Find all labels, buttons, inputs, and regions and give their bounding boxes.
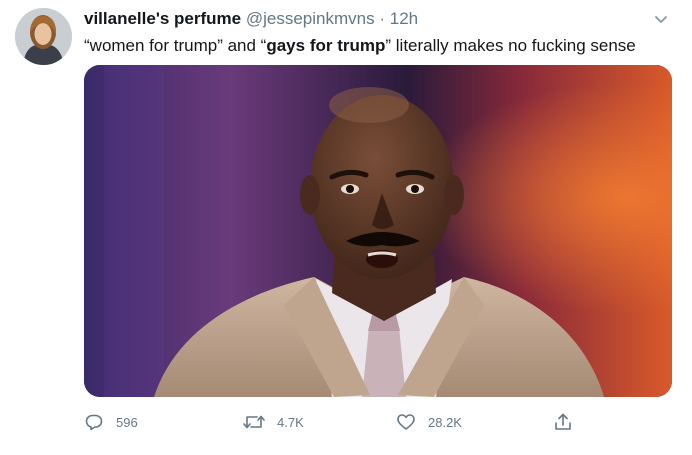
chevron-down-icon <box>655 16 667 23</box>
like-count: 28.2K <box>428 414 462 430</box>
tweet-text-part1: “women for trump” and “ <box>84 36 267 55</box>
avatar-image <box>15 8 72 65</box>
timestamp[interactable]: 12h <box>390 9 418 28</box>
reply-count: 596 <box>116 414 138 430</box>
reply-icon <box>85 414 103 431</box>
like-button[interactable]: 28.2K <box>396 409 462 435</box>
tweet[interactable]: villanelle's perfume @jessepinkmvns · 12… <box>0 0 692 455</box>
tweet-actions: 596 4.7K 28.2K <box>84 409 584 435</box>
tweet-header: villanelle's perfume @jessepinkmvns · 12… <box>84 9 418 29</box>
tweet-text-bold: gays for trump <box>266 36 386 55</box>
more-options-button[interactable] <box>652 10 670 28</box>
retweet-button[interactable]: 4.7K <box>243 409 304 435</box>
share-button[interactable] <box>553 409 573 435</box>
like-icon <box>397 414 415 430</box>
tweet-media-image[interactable] <box>84 65 672 397</box>
retweet-icon <box>243 415 265 429</box>
separator-dot: · <box>379 9 385 28</box>
tweet-text: “women for trump” and “gays for trump” l… <box>84 35 636 57</box>
reply-button[interactable]: 596 <box>84 409 138 435</box>
share-icon <box>555 413 571 430</box>
author-handle[interactable]: @jessepinkmvns <box>246 9 375 28</box>
avatar[interactable] <box>15 8 72 65</box>
meme-photo <box>84 65 672 397</box>
tweet-text-part2: ” literally makes no fucking sense <box>385 36 636 55</box>
retweet-count: 4.7K <box>277 414 304 430</box>
author-name[interactable]: villanelle's perfume <box>84 9 241 28</box>
